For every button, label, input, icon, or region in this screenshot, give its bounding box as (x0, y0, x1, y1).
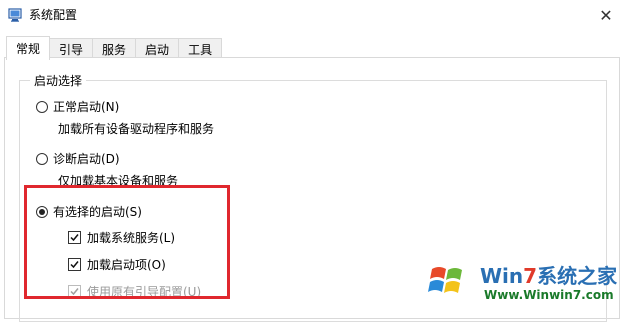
tab-tools[interactable]: 工具 (178, 38, 223, 59)
radio-diagnostic-label: 诊断启动(D) (53, 152, 120, 166)
radio-normal-indicator[interactable] (36, 100, 48, 113)
tab-strip: 常规 引导 服务 启动 工具 (6, 36, 223, 60)
group-title: 启动选择 (30, 73, 87, 89)
tab-boot[interactable]: 引导 (49, 38, 94, 59)
highlight-box (24, 185, 230, 299)
watermark-url: Www.Winwin7.com (484, 288, 614, 302)
radio-normal-startup[interactable]: 正常启动(N) (36, 98, 119, 115)
close-button[interactable]: ✕ (591, 0, 621, 30)
watermark: Win7系统之家 Www.Winwin7.com (428, 258, 618, 310)
tab-general[interactable]: 常规 (6, 36, 51, 60)
radio-diagnostic-startup[interactable]: 诊断启动(D) (36, 150, 120, 167)
title-bar: 系统配置 ✕ (0, 0, 621, 30)
tab-services[interactable]: 服务 (92, 38, 137, 59)
watermark-brand: Win7系统之家 (480, 264, 618, 288)
close-icon: ✕ (599, 5, 613, 25)
tab-startup[interactable]: 启动 (135, 38, 180, 59)
radio-diagnostic-indicator[interactable] (36, 152, 48, 165)
window-title: 系统配置 (29, 8, 78, 22)
msconfig-app-icon (7, 7, 23, 23)
radio-normal-label: 正常启动(N) (53, 100, 120, 114)
normal-startup-description: 加载所有设备驱动程序和服务 (58, 122, 215, 136)
windows-logo-icon (428, 260, 468, 300)
